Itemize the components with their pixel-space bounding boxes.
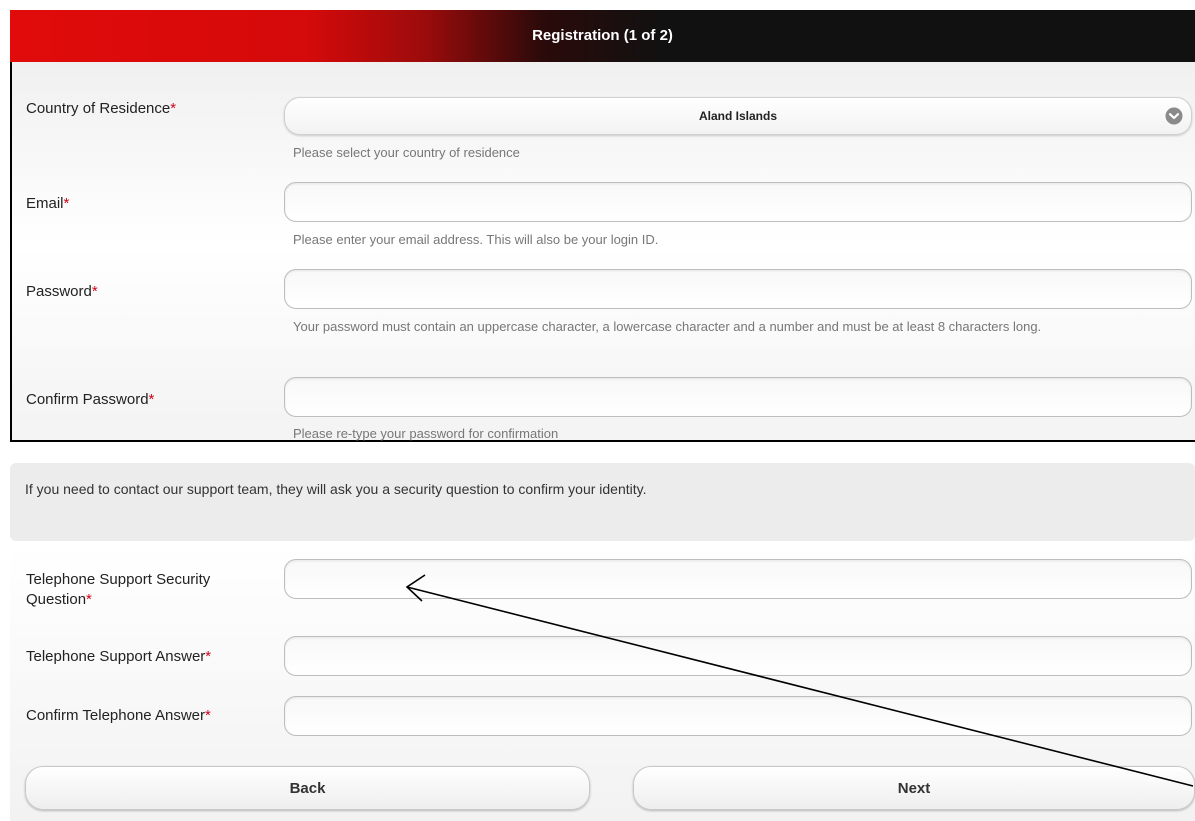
security-answer-field[interactable] [284,636,1192,676]
required-marker: * [170,100,177,117]
password-hint: Your password must contain an uppercase … [293,319,1042,334]
password-field[interactable] [284,269,1192,309]
confirm-password-label: Confirm Password* [26,390,154,410]
country-hint: Please select your country of residence [293,145,520,160]
title-bar: Registration (1 of 2) [10,10,1195,62]
back-button[interactable]: Back [25,766,590,810]
required-marker: * [86,591,92,608]
country-label-text: Country of Residence [26,100,171,117]
country-label: Country of Residence* [26,99,176,119]
security-question-field[interactable] [284,559,1192,599]
confirm-answer-field[interactable] [284,696,1192,736]
security-info-text: If you need to contact our support team,… [25,481,647,497]
required-marker: * [148,391,155,408]
security-question-label-text: Telephone Support Security Question [26,571,211,608]
next-button[interactable]: Next [633,766,1195,810]
required-marker: * [91,283,98,300]
country-select[interactable]: Aland Islands [284,97,1192,135]
confirm-password-label-text: Confirm Password [26,391,149,408]
email-field[interactable] [284,182,1192,222]
next-button-label: Next [897,779,931,797]
chevron-down-circle-icon[interactable] [1165,107,1183,125]
required-marker: * [205,707,211,724]
password-label-text: Password [26,283,92,300]
registration-form-panel [10,10,1195,440]
confirm-answer-label: Confirm Telephone Answer* [26,706,211,726]
security-answer-label-text: Telephone Support Answer [26,648,206,665]
security-question-label: Telephone Support Security Question* [26,570,266,610]
confirm-password-hint: Please re-type your password for confirm… [293,426,559,441]
confirm-password-field[interactable] [284,377,1192,417]
security-info-box: If you need to contact our support team,… [10,463,1195,541]
email-label-text: Email [26,195,64,212]
confirm-answer-label-text: Confirm Telephone Answer [26,707,205,724]
required-marker: * [63,195,70,212]
password-label: Password* [26,282,98,302]
security-answer-label: Telephone Support Answer* [26,647,211,667]
required-marker: * [205,648,212,665]
email-label: Email* [26,194,69,214]
back-button-label: Back [289,779,326,797]
country-select-value: Aland Islands [698,109,778,123]
page-title: Registration (1 of 2) [532,27,673,44]
email-hint: Please enter your email address. This wi… [293,232,659,247]
